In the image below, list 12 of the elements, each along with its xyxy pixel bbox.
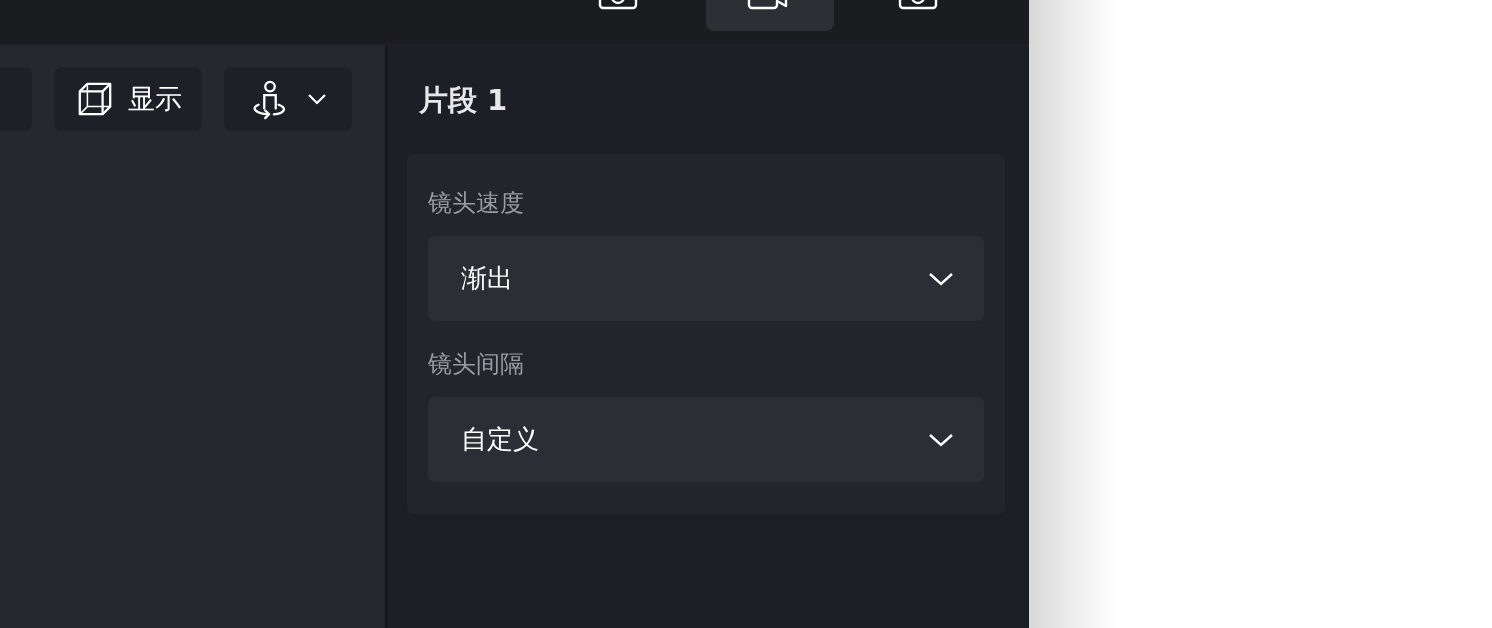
display-button[interactable]: 显示 [54,67,202,131]
field-label: 镜头间隔 [428,349,525,380]
select-field[interactable]: 自定义 [428,397,984,482]
field-label: 镜头速度 [428,188,525,219]
panel-title: 片段 1 [419,82,509,119]
chevron-down-icon [928,431,954,448]
chevron-down-icon [307,93,327,105]
mode-tab[interactable] [706,0,834,31]
cube-icon [76,80,114,118]
view-dropdown[interactable] [224,67,352,131]
select-field[interactable]: 渐出 [428,236,984,321]
chevron-down-icon [928,270,954,287]
